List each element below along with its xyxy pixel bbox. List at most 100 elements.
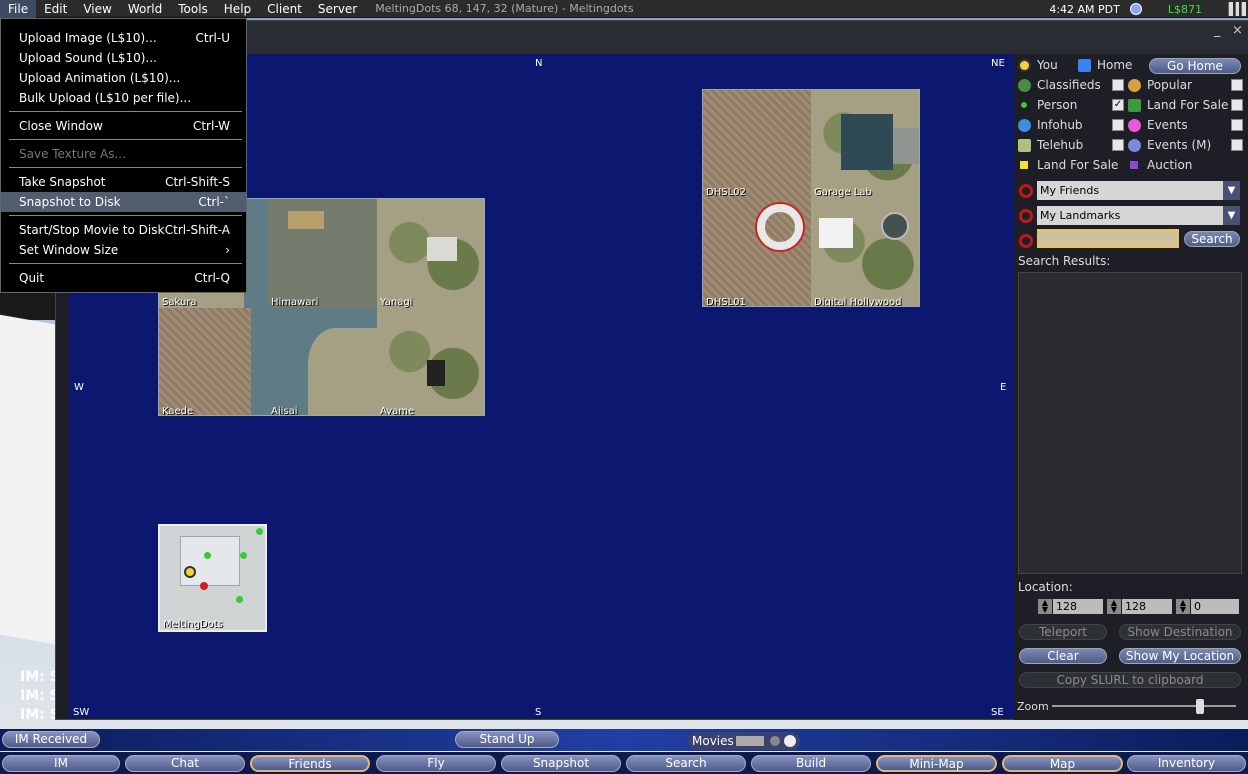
stop-icon[interactable] [770,736,780,746]
region-tile[interactable]: Garage Lab [811,90,919,198]
menu-item-movie-to-disk[interactable]: Start/Stop Movie to Disk Ctrl-Shift-A [1,220,246,240]
location-z-stepper[interactable]: ▲ ▼ [1176,599,1190,614]
zoom-slider-handle[interactable] [1196,699,1204,714]
region-tile[interactable]: DHSL01 [703,198,811,307]
friends-beacon-icon [1019,184,1033,198]
location-x-field[interactable]: 128 [1053,599,1103,614]
window-title: MeltingDots 68, 147, 32 (Mature) - Melti… [375,2,634,15]
mini-map-button[interactable]: Mini-Map [876,755,997,772]
region-tile[interactable]: Ajisai [268,308,377,415]
minimize-button[interactable]: _ [1214,23,1221,38]
menu-help[interactable]: Help [216,0,259,18]
classifieds-icon [1018,78,1031,92]
chevron-down-icon[interactable]: ▼ [1223,181,1240,200]
menu-file[interactable]: File [0,0,37,18]
events-mature-checkbox[interactable] [1231,139,1243,151]
menu-world[interactable]: World [120,0,170,18]
snapshot-button[interactable]: Snapshot [501,755,621,772]
search-toolbar-button[interactable]: Search [626,755,746,772]
search-results-list[interactable] [1018,272,1242,574]
fly-button[interactable]: Fly [376,755,496,772]
menu-item-upload-animation[interactable]: Upload Animation (L$10)... [1,68,246,88]
volume-slider[interactable] [736,736,764,746]
menu-edit[interactable]: Edit [36,0,75,18]
telehub-marker-icon [200,582,208,590]
chat-button[interactable]: Chat [125,755,245,772]
world-object [0,314,60,646]
menu-item-bulk-upload[interactable]: Bulk Upload (L$10 per file)... [1,88,246,108]
filter-events-mature: Events (M) [1128,136,1211,154]
status-area: 4:42 AM PDT L$871 [1049,0,1248,18]
menu-client[interactable]: Client [259,0,310,18]
search-input[interactable] [1037,229,1179,248]
movies-control[interactable]: Movies [688,732,800,750]
stand-up-button[interactable]: Stand Up [455,731,559,748]
menu-view[interactable]: View [75,0,119,18]
build-button[interactable]: Build [751,755,871,772]
events-checkbox[interactable] [1231,119,1243,131]
region-tile[interactable]: Kaede [159,308,268,415]
land-for-sale-checkbox[interactable] [1231,99,1243,111]
menu-item-snapshot-to-disk[interactable]: Snapshot to Disk Ctrl-` [1,192,246,212]
chevron-down-icon[interactable]: ▼ [1223,206,1240,225]
friends-combo[interactable]: My Friends ▼ [1037,181,1240,200]
location-y-stepper[interactable]: ▲ ▼ [1107,599,1121,614]
region-tile[interactable]: DHSL02 [703,90,811,198]
region-tile[interactable]: Himawari [268,199,377,308]
location-z-field[interactable]: 0 [1191,599,1239,614]
telehub-checkbox[interactable] [1112,139,1124,151]
friends-button[interactable]: Friends [250,755,370,772]
landmarks-combo[interactable]: My Landmarks ▼ [1037,206,1240,225]
go-home-button[interactable]: Go Home [1149,58,1241,74]
im-received-button[interactable]: IM Received [2,731,100,748]
info-icon [1018,118,1031,132]
region-tile[interactable]: Ayame [377,308,484,415]
region-tile[interactable]: Yanagi [377,199,484,308]
inventory-button[interactable]: Inventory [1127,755,1246,772]
zoom-slider[interactable] [1052,705,1236,707]
you-icon [1018,58,1031,72]
region-label: DHSL01 [706,297,746,307]
compass-se: SE [991,707,1004,718]
home-icon [1078,58,1091,72]
show-destination-button[interactable]: Show Destination [1119,624,1241,640]
infohub-checkbox[interactable] [1112,119,1124,131]
menu-server[interactable]: Server [310,0,365,18]
chat-history: IM: S IM: S IM: S [20,668,60,725]
close-icon[interactable]: × [1232,23,1243,38]
linden-coin-icon[interactable] [1129,3,1142,15]
location-label: Location: [1018,580,1073,594]
clock: 4:42 AM PDT [1049,2,1120,16]
show-my-location-button[interactable]: Show My Location [1119,648,1241,664]
menu-item-take-snapshot[interactable]: Take Snapshot Ctrl-Shift-S [1,172,246,192]
play-icon[interactable] [784,735,796,747]
events-mature-icon [1128,138,1141,152]
submenu-arrow-icon: › [225,243,230,257]
copy-slurl-button[interactable]: Copy SLURL to clipboard [1019,672,1241,688]
teleport-button[interactable]: Teleport [1019,624,1107,640]
classifieds-checkbox[interactable] [1112,79,1124,91]
search-button[interactable]: Search [1184,231,1240,247]
menu-tools[interactable]: Tools [170,0,216,18]
location-y-field[interactable]: 128 [1122,599,1172,614]
map-button[interactable]: Map [1002,755,1123,772]
region-meltingdots[interactable]: MeltingDots [158,524,267,632]
region-label: Yanagi [380,297,413,308]
region-label: Digital Hollywood [814,297,902,307]
location-x-stepper[interactable]: ▲ ▼ [1038,599,1052,614]
menu-item-quit[interactable]: Quit Ctrl-Q [1,268,246,288]
menu-item-set-window-size[interactable]: Set Window Size › [1,240,246,260]
clear-button[interactable]: Clear [1019,648,1107,664]
menu-item-upload-image[interactable]: Upload Image (L$10)... Ctrl-U [1,28,246,48]
bandwidth-icon[interactable] [1228,2,1247,16]
menu-item-close-window[interactable]: Close Window Ctrl-W [1,116,246,136]
menu-separator [9,111,242,112]
popular-checkbox[interactable] [1231,79,1243,91]
menu-item-upload-sound[interactable]: Upload Sound (L$10)... [1,48,246,68]
person-checkbox[interactable]: ✓ [1112,99,1124,111]
region-cluster-dhsl[interactable]: DHSL02 Garage Lab DHSL01 Digital Hollywo… [702,89,920,307]
region-tile[interactable]: Digital Hollywood [811,198,919,307]
balance[interactable]: L$871 [1168,3,1202,16]
search-beacon-icon [1019,234,1033,248]
im-button[interactable]: IM [2,755,120,772]
